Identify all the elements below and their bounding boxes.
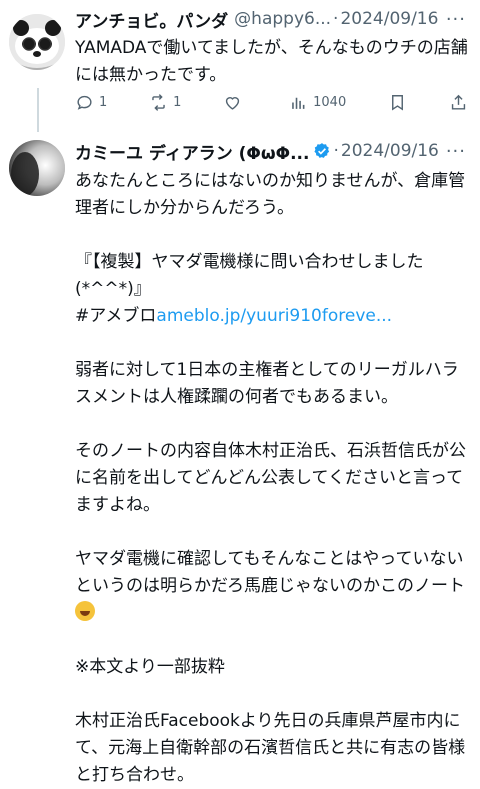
hashtag-line: #アメブロameblo.jp/yuuri910foreve... bbox=[75, 303, 470, 330]
retweet-button[interactable]: 1 bbox=[149, 93, 181, 112]
tweet-text: YAMADAで働いてましたが、そんなものウチの店舗には無かったです。 bbox=[75, 38, 468, 85]
reply-count: 1 bbox=[99, 94, 108, 110]
avatar[interactable] bbox=[9, 140, 65, 196]
avatar[interactable] bbox=[9, 14, 65, 70]
separator: · bbox=[333, 9, 339, 29]
retweet-count: 1 bbox=[173, 94, 182, 110]
like-button[interactable] bbox=[223, 93, 247, 112]
bookmark-button[interactable] bbox=[388, 93, 407, 112]
paragraph: 『【複製】ヤマダ電機様に問い合わせしました(*^^*)』 bbox=[75, 252, 424, 299]
display-name[interactable]: カミーユ ディアラン (ΦωΦ... bbox=[75, 139, 309, 164]
retweet-icon bbox=[152, 93, 165, 111]
hashtag[interactable]: #アメブロ bbox=[75, 306, 156, 326]
paragraph: ※本文より一部抜粋 bbox=[75, 657, 225, 677]
paragraph: あなたんところにはないのか知りませんが、倉庫管理者にしか分からんだろう。 bbox=[75, 171, 466, 218]
profile-photo-icon bbox=[9, 140, 65, 196]
bookmark-icon bbox=[392, 94, 404, 111]
tweet-actions: 1 1 1040 bbox=[75, 88, 468, 116]
tweet-date[interactable]: 2024/09/16 bbox=[341, 141, 439, 161]
paragraph-with-emoji: ヤマダ電機に確認してもそんなことはやっていないというのは明らかだろ馬鹿じゃないの… bbox=[75, 546, 470, 627]
laughing-emoji-icon bbox=[75, 601, 95, 621]
reply-icon bbox=[77, 95, 92, 110]
thread-connector-line bbox=[37, 88, 39, 132]
tweet-header: カミーユ ディアラン (ΦωΦ... · 2024/09/16 ··· bbox=[75, 138, 466, 164]
panda-avatar-icon bbox=[9, 14, 65, 70]
paragraph: そのノートの内容自体木村正治氏、石浜哲信氏が公に名前を出してどんどん公表してくだ… bbox=[75, 441, 466, 515]
more-options-icon[interactable]: ··· bbox=[440, 9, 466, 30]
display-name[interactable]: アンチョビ。パンダ bbox=[75, 7, 228, 32]
paragraph: 木村正治氏Facebookより先日の兵庫県芦屋市内にて、元海上自衛幹部の石濱哲信… bbox=[75, 711, 466, 785]
verified-badge-icon bbox=[314, 143, 330, 158]
share-icon bbox=[451, 94, 466, 110]
ameblo-link[interactable]: ameblo.jp/yuuri910foreve... bbox=[156, 306, 392, 326]
tweet-header: アンチョビ。パンダ @happy6... · 2024/09/16 ··· bbox=[75, 6, 466, 32]
paragraph-text: ヤマダ電機に確認してもそんなことはやっていないというのは明らかだろ馬鹿じゃないの… bbox=[75, 549, 465, 596]
tweet-date[interactable]: 2024/09/16 bbox=[340, 9, 438, 29]
reply-button[interactable]: 1 bbox=[75, 93, 107, 112]
user-handle[interactable]: @happy6... bbox=[234, 9, 331, 29]
heart-icon bbox=[226, 96, 240, 110]
views-button[interactable]: 1040 bbox=[289, 93, 346, 112]
views-chart-icon bbox=[292, 97, 305, 109]
tweet-text: あなたんところにはないのか知りませんが、倉庫管理者にしか分からんだろう。 『【複… bbox=[75, 168, 470, 789]
more-options-icon[interactable]: ··· bbox=[440, 141, 466, 162]
view-count: 1040 bbox=[313, 94, 347, 110]
paragraph: 弱者に対して1日本の主権者としてのリーガルハラスメントは人権蹂躙の何者でもあるま… bbox=[75, 360, 459, 407]
share-button[interactable] bbox=[449, 93, 468, 112]
separator: · bbox=[333, 141, 339, 161]
